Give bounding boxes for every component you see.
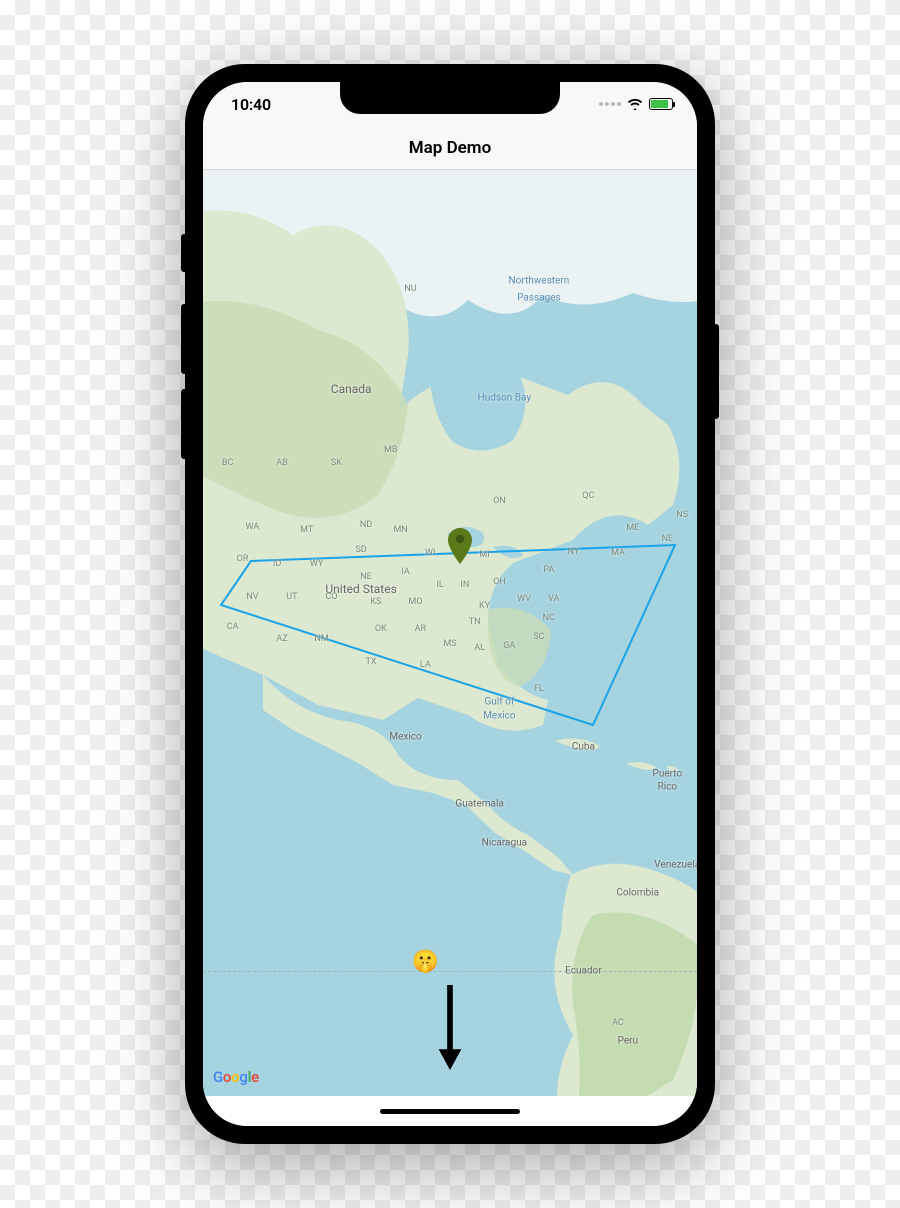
phone-device-frame: 10:40 Map Demo — [185, 64, 715, 1144]
nav-bar: Map Demo — [203, 126, 697, 170]
silent-switch — [181, 234, 187, 272]
volume-down-button — [181, 389, 187, 459]
emoji-marker[interactable]: 🤫 — [412, 949, 439, 974]
power-button — [713, 324, 719, 419]
battery-icon — [649, 98, 673, 110]
volume-up-button — [181, 304, 187, 374]
status-time: 10:40 — [231, 95, 271, 114]
map-canvas — [203, 170, 697, 1096]
map-attribution: Google — [213, 1068, 259, 1086]
notch — [340, 82, 560, 114]
wifi-icon — [627, 98, 643, 110]
cell-signal-icon — [599, 102, 621, 106]
status-icons — [599, 98, 673, 110]
app-title: Map Demo — [409, 138, 491, 158]
phone-screen: 10:40 Map Demo — [203, 82, 697, 1126]
home-bar-area — [203, 1096, 697, 1126]
equator-line — [203, 971, 697, 972]
map-view[interactable]: CanadaUnited StatesMexicoCubaGuatemalaNi… — [203, 170, 697, 1096]
home-indicator[interactable] — [380, 1109, 520, 1114]
